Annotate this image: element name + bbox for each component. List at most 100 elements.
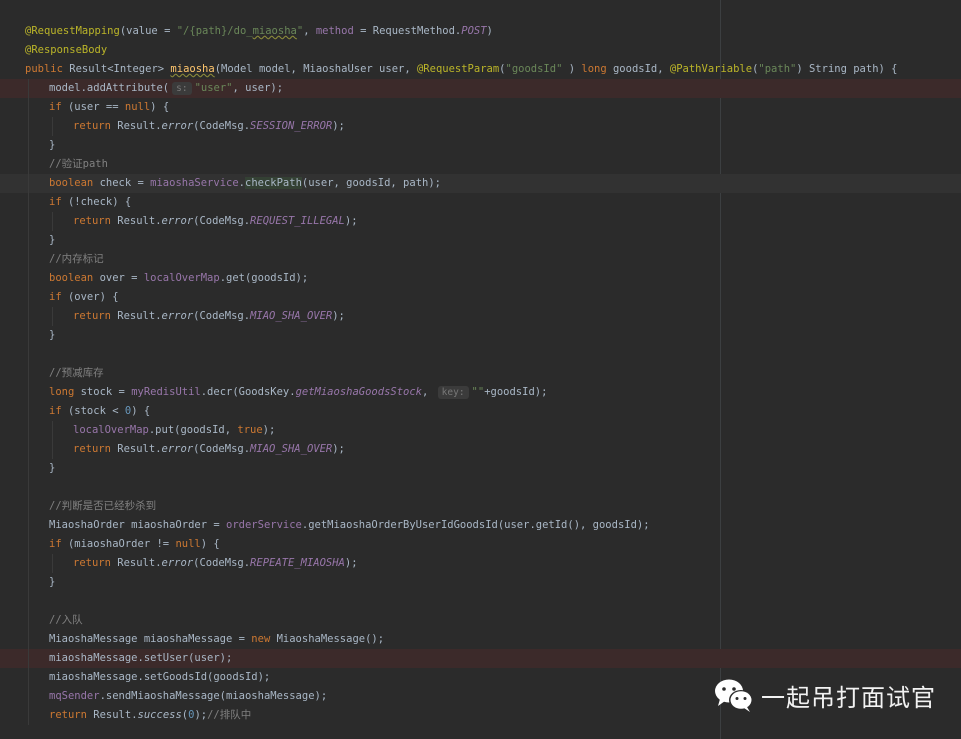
indent-guide bbox=[28, 554, 29, 573]
code-line[interactable]: @ResponseBody bbox=[0, 41, 961, 60]
code-token: error bbox=[161, 215, 194, 227]
code-line[interactable]: MiaoshaMessage miaoshaMessage = new Miao… bbox=[0, 630, 961, 649]
code-token: = RequestMethod. bbox=[353, 25, 462, 37]
code-token: (CodeMsg. bbox=[193, 557, 251, 569]
code-line[interactable]: return Result.error(CodeMsg.REQUEST_ILLE… bbox=[0, 212, 961, 231]
code-token: "user" bbox=[194, 82, 233, 94]
code-token: @PathVariable bbox=[669, 63, 753, 75]
code-token: error bbox=[161, 120, 194, 132]
code-token: null bbox=[124, 101, 151, 113]
code-line[interactable]: if (!check) { bbox=[0, 193, 961, 212]
indent-guide bbox=[28, 212, 29, 231]
code-token: (stock < bbox=[67, 405, 125, 417]
code-line[interactable]: MiaoshaOrder miaoshaOrder = orderService… bbox=[0, 516, 961, 535]
code-token: localOverMap bbox=[73, 424, 149, 436]
code-token: ); bbox=[194, 709, 208, 721]
code-line[interactable]: if (stock < 0) { bbox=[0, 402, 961, 421]
indent-guide bbox=[28, 535, 29, 554]
indent-guide bbox=[52, 117, 53, 136]
code-token: ) bbox=[486, 25, 493, 37]
code-token: ); bbox=[332, 310, 345, 322]
code-line[interactable]: boolean over = localOverMap.get(goodsId)… bbox=[0, 269, 961, 288]
indent-guide bbox=[28, 155, 29, 174]
indent-guide bbox=[28, 231, 29, 250]
code-line[interactable]: //预减库存 bbox=[0, 364, 961, 383]
code-line[interactable]: } bbox=[0, 459, 961, 478]
code-token: Result. bbox=[117, 557, 162, 569]
code-token: return bbox=[73, 120, 118, 132]
indent-guide bbox=[28, 706, 29, 725]
code-line[interactable]: //内存标记 bbox=[0, 250, 961, 269]
indent-guide bbox=[52, 212, 53, 231]
code-line[interactable]: @RequestMapping(value = "/{path}/do_miao… bbox=[0, 22, 961, 41]
code-token: error bbox=[161, 443, 194, 455]
code-line[interactable]: return Result.error(CodeMsg.SESSION_ERRO… bbox=[0, 117, 961, 136]
indent-guide bbox=[28, 440, 29, 459]
code-token: , user); bbox=[232, 82, 284, 94]
code-token: boolean bbox=[49, 177, 100, 189]
code-token: +goodsId); bbox=[484, 386, 548, 398]
code-line[interactable]: localOverMap.put(goodsId, true); bbox=[0, 421, 961, 440]
code-token: (user, goodsId, path); bbox=[301, 177, 441, 189]
parameter-hint: key: bbox=[437, 386, 469, 399]
code-token: Result. bbox=[117, 310, 162, 322]
code-token: true bbox=[237, 424, 263, 436]
indent-guide bbox=[28, 611, 29, 630]
code-text: return Result.error(CodeMsg.SESSION_ERRO… bbox=[73, 117, 345, 136]
code-line[interactable]: return Result.error(CodeMsg.REPEATE_MIAO… bbox=[0, 554, 961, 573]
code-token: getMiaoshaGoodsStock bbox=[295, 386, 422, 398]
code-line[interactable]: miaoshaMessage.setUser(user); bbox=[0, 649, 961, 668]
code-text: return Result.success(0);//排队中 bbox=[49, 706, 251, 725]
code-line[interactable]: long stock = myRedisUtil.decr(GoodsKey.g… bbox=[0, 383, 961, 402]
code-token: } bbox=[49, 462, 56, 474]
code-text: } bbox=[49, 573, 55, 592]
code-token: stock = bbox=[80, 386, 132, 398]
code-token: (user == bbox=[67, 101, 125, 113]
code-line[interactable]: } bbox=[0, 136, 961, 155]
code-token: .sendMiaoshaMessage(miaoshaMessage); bbox=[99, 690, 328, 702]
code-token: .getMiaoshaOrderByUserIdGoodsId(user.get… bbox=[301, 519, 650, 531]
code-line[interactable]: return Result.error(CodeMsg.MIAO_SHA_OVE… bbox=[0, 440, 961, 459]
code-text: mqSender.sendMiaoshaMessage(miaoshaMessa… bbox=[49, 687, 327, 706]
indent-guide bbox=[28, 345, 29, 364]
code-text: return Result.error(CodeMsg.REQUEST_ILLE… bbox=[73, 212, 358, 231]
code-token: } bbox=[49, 576, 56, 588]
code-line[interactable]: public Result<Integer> miaosha(Model mod… bbox=[0, 60, 961, 79]
code-token: @ResponseBody bbox=[25, 44, 108, 56]
code-line[interactable]: if (over) { bbox=[0, 288, 961, 307]
code-token: //验证path bbox=[49, 158, 108, 170]
code-token: miaosha bbox=[170, 63, 215, 75]
code-line[interactable]: } bbox=[0, 326, 961, 345]
indent-guide bbox=[28, 459, 29, 478]
code-line[interactable]: return Result.error(CodeMsg.MIAO_SHA_OVE… bbox=[0, 307, 961, 326]
code-line[interactable]: //判断是否已经秒杀到 bbox=[0, 497, 961, 516]
code-token: over = bbox=[99, 272, 144, 284]
code-text: return Result.error(CodeMsg.REPEATE_MIAO… bbox=[73, 554, 358, 573]
code-token: (CodeMsg. bbox=[193, 120, 251, 132]
code-text: if (user == null) { bbox=[49, 98, 169, 117]
code-line[interactable] bbox=[0, 345, 961, 364]
indent-guide bbox=[28, 269, 29, 288]
code-line[interactable]: if (user == null) { bbox=[0, 98, 961, 117]
code-token: error bbox=[161, 310, 194, 322]
code-line[interactable]: boolean check = miaoshaService.checkPath… bbox=[0, 174, 961, 193]
code-text: boolean over = localOverMap.get(goodsId)… bbox=[49, 269, 308, 288]
code-text: } bbox=[49, 459, 55, 478]
code-line[interactable]: //验证path bbox=[0, 155, 961, 174]
code-line[interactable] bbox=[0, 478, 961, 497]
indent-guide bbox=[28, 630, 29, 649]
code-token: model.addAttribute( bbox=[49, 82, 170, 94]
code-text: //内存标记 bbox=[49, 250, 104, 269]
code-token: ); bbox=[332, 443, 345, 455]
code-line[interactable]: } bbox=[0, 231, 961, 250]
code-line[interactable] bbox=[0, 592, 961, 611]
code-text: if (miaoshaOrder != null) { bbox=[49, 535, 220, 554]
code-line[interactable]: model.addAttribute(s: "user", user); bbox=[0, 79, 961, 98]
code-editor[interactable]: @RequestMapping(value = "/{path}/do_miao… bbox=[0, 0, 961, 739]
code-line[interactable]: } bbox=[0, 573, 961, 592]
indent-guide bbox=[28, 364, 29, 383]
code-line[interactable]: if (miaoshaOrder != null) { bbox=[0, 535, 961, 554]
code-token: miaoshaService bbox=[150, 177, 239, 189]
code-token: myRedisUtil bbox=[131, 386, 201, 398]
code-line[interactable]: //入队 bbox=[0, 611, 961, 630]
